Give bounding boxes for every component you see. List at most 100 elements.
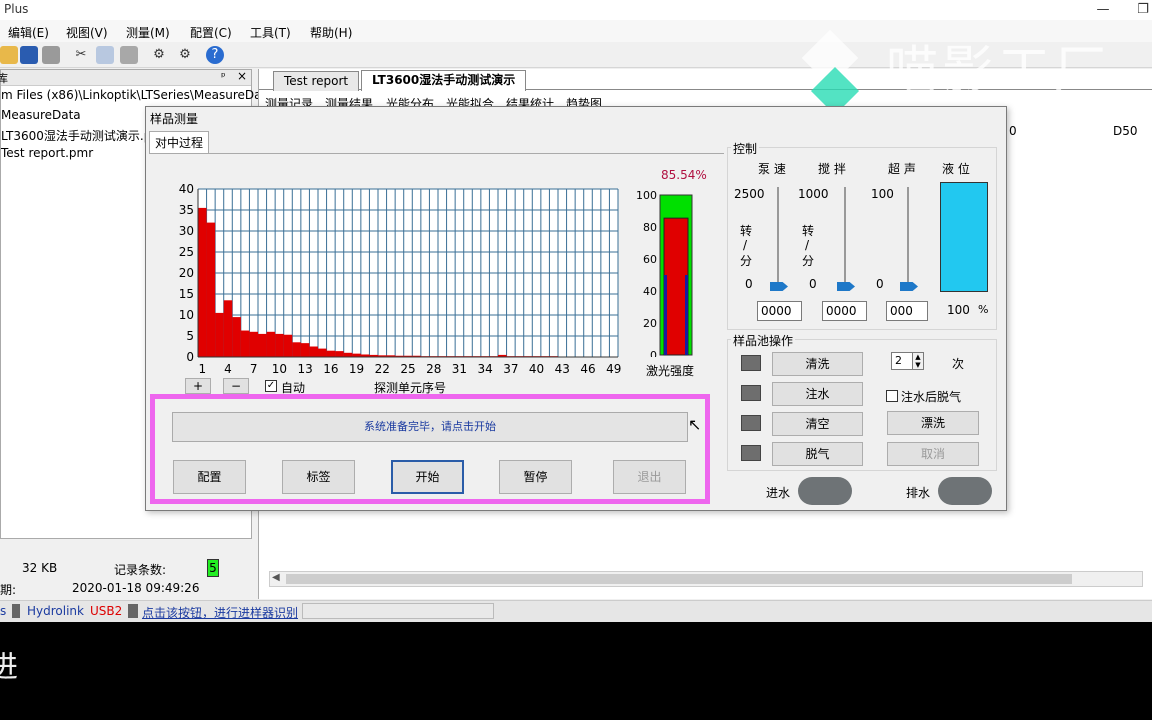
label-button[interactable]: 标签 (282, 460, 355, 494)
laser-percent: 85.54% (661, 168, 707, 182)
status-left: s (0, 604, 7, 618)
laser-y-tick-label: 100 (636, 189, 657, 202)
ultrasonic-slider[interactable] (907, 187, 909, 287)
library-panel-title: 库 (0, 72, 8, 85)
laser-intensity-chart: 0 20 40 60 80 100 (636, 189, 693, 357)
control-title: 控制 (731, 140, 760, 157)
pump-slider[interactable] (777, 187, 779, 287)
usb-status: USB2 (90, 604, 123, 618)
y-tick-label: 0 (186, 350, 194, 364)
pump-label: 泵 速 (758, 162, 786, 176)
record-count-label: 记录条数: (114, 563, 167, 577)
empty-button[interactable]: 清空 (772, 412, 863, 436)
pump-unit-1: 转 (740, 224, 753, 238)
restore-icon[interactable]: ❐ (1128, 0, 1152, 20)
pin-icon[interactable]: ᵖ (221, 70, 226, 83)
screen: Plus — ❐ 编辑(E) 视图(V) 测量(M) 配置(C) 工具(T) 帮… (0, 0, 1152, 622)
rinse-button[interactable]: 漂洗 (887, 411, 979, 435)
laser-value-bar (663, 217, 689, 356)
count-spinner-icon[interactable]: ▲ ▼ (912, 352, 924, 370)
wash-indicator (741, 355, 761, 371)
menu-measure[interactable]: 测量(M) (126, 24, 170, 41)
degas-indicator (741, 445, 761, 461)
x-tick-label: 37 (503, 362, 518, 376)
injector-detect-link[interactable]: 点击该按钮，进行进样器识别 (142, 604, 298, 621)
tree-item[interactable]: Test report.pmr (1, 146, 93, 160)
tab-test-report[interactable]: Test report (273, 71, 360, 91)
scroll-left-icon[interactable]: ◀ (272, 572, 280, 583)
copy-icon[interactable] (96, 46, 114, 64)
settings-gear-icon[interactable]: ⚙ (150, 46, 168, 64)
detector-bar (275, 333, 284, 357)
x-tick-label: 19 (349, 362, 364, 376)
injector-icon[interactable] (128, 604, 138, 618)
pump-input[interactable]: 0000 (757, 301, 802, 321)
stir-slider[interactable] (844, 187, 846, 287)
tools-gear-icon[interactable]: ⚙ (176, 46, 194, 64)
paste-icon[interactable] (120, 46, 138, 64)
help-icon[interactable]: ? (206, 46, 224, 64)
water-out-valve[interactable] (938, 477, 992, 505)
detector-bar (309, 346, 318, 357)
ultrasonic-max: 100 (871, 187, 894, 201)
tab-lt3600-demo[interactable]: LT3600湿法手动测试演示 (361, 70, 527, 91)
close-icon[interactable]: × (237, 69, 247, 83)
scrollbar-thumb[interactable] (286, 574, 1072, 584)
config-button[interactable]: 配置 (173, 460, 246, 494)
status-progress (302, 603, 494, 619)
open-folder-icon[interactable] (0, 46, 18, 64)
file-info-panel: 32 KB 记录条数: 5 期: 2020-01-18 09:49:26 (0, 540, 252, 600)
water-in-valve[interactable] (798, 477, 852, 505)
cancel-button[interactable]: 取消 (887, 442, 979, 466)
ultrasonic-input[interactable]: 000 (886, 301, 928, 321)
menu-help[interactable]: 帮助(H) (310, 24, 352, 41)
sample-measurement-dialog: 样品测量 对中过程 0 5 10 15 20 25 30 35 40 1 4 7 10 13 16 19 22 2… (145, 106, 1007, 511)
app-title: Plus (4, 2, 29, 16)
detector-bar (283, 334, 293, 357)
auto-checkbox[interactable]: ✓ (265, 380, 277, 392)
mouse-cursor-icon: ↖ (688, 415, 702, 434)
fill-button[interactable]: 注水 (772, 382, 863, 406)
print-icon[interactable] (42, 46, 60, 64)
detector-bar (258, 333, 267, 357)
save-icon[interactable] (20, 46, 38, 64)
zoom-in-button[interactable]: + (185, 378, 211, 394)
zoom-out-button[interactable]: − (223, 378, 249, 394)
cut-icon[interactable]: ✂ (72, 46, 90, 64)
sample-pool-title: 样品池操作 (731, 332, 796, 349)
wash-button[interactable]: 清洗 (772, 352, 863, 376)
wash-count-input[interactable]: 2 (891, 352, 913, 370)
stir-min: 0 (809, 277, 817, 291)
tree-item[interactable]: MeasureData (1, 108, 81, 122)
water-in-label: 进水 (766, 486, 791, 500)
detector-bar (326, 350, 336, 357)
x-tick-label: 49 (606, 362, 621, 376)
stir-unit-3: 分 (802, 254, 815, 268)
tree-item[interactable]: LT3600湿法手动测试演示.p (1, 127, 151, 144)
file-size: 32 KB (22, 561, 58, 575)
video-subtitle: 进 (0, 650, 18, 685)
menu-tools[interactable]: 工具(T) (250, 24, 291, 41)
pause-button[interactable]: 暂停 (499, 460, 572, 494)
minimize-icon[interactable]: — (1088, 0, 1118, 20)
menu-view[interactable]: 视图(V) (66, 24, 108, 41)
laser-label: 激光强度 (646, 364, 695, 378)
stir-input[interactable]: 0000 (822, 301, 867, 321)
degas-after-fill-checkbox[interactable] (886, 390, 898, 402)
detector-bar (300, 343, 310, 357)
column-header: 0 (1009, 124, 1017, 138)
x-tick-label: 22 (375, 362, 390, 376)
water-out-label: 排水 (906, 486, 931, 500)
exit-button[interactable]: 退出 (613, 460, 686, 494)
degas-button[interactable]: 脱气 (772, 442, 863, 466)
tab-centering[interactable]: 对中过程 (149, 131, 210, 153)
menu-edit[interactable]: 编辑(E) (8, 24, 49, 41)
menu-config[interactable]: 配置(C) (190, 24, 232, 41)
horizontal-scrollbar[interactable]: ◀ (269, 571, 1143, 587)
pump-min: 0 (745, 277, 753, 291)
degas-after-fill-label: 注水后脱气 (901, 390, 962, 404)
stir-unit-1: 转 (802, 224, 815, 238)
start-button[interactable]: 开始 (391, 460, 464, 494)
y-tick-label: 20 (179, 266, 194, 280)
stir-unit-2: / (805, 238, 810, 252)
